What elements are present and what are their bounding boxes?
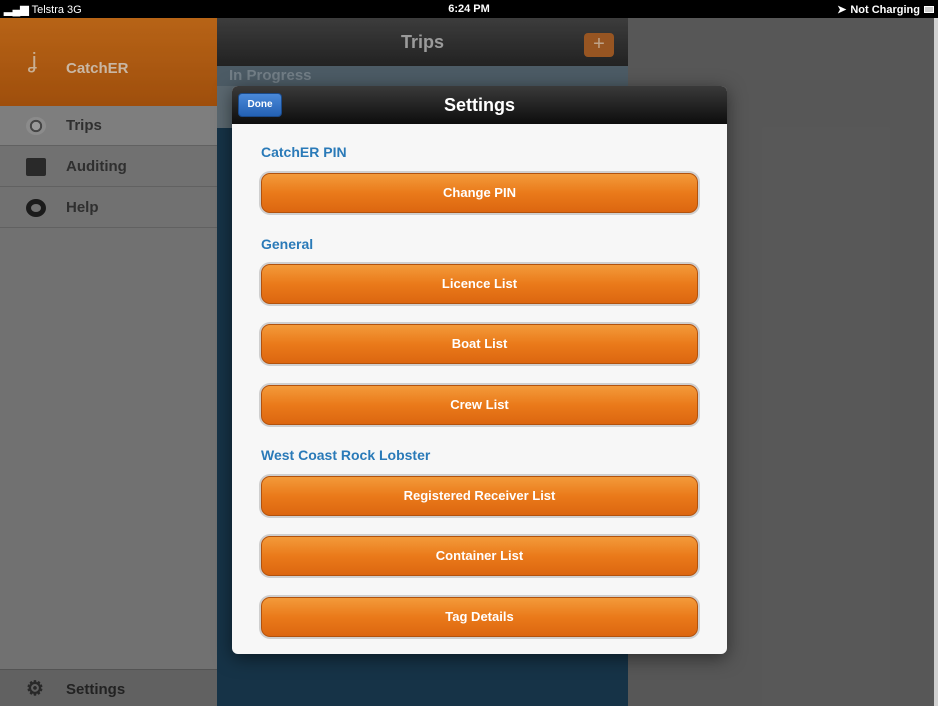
settings-title: Settings xyxy=(443,95,515,115)
status-right: ➤ Not Charging xyxy=(837,3,934,16)
settings-modal: Done Settings CatchER PIN Change PIN Gen… xyxy=(232,86,727,654)
registered-receiver-list-button[interactable]: Registered Receiver List xyxy=(261,476,698,516)
change-pin-button[interactable]: Change PIN xyxy=(261,173,698,213)
tag-details-button[interactable]: Tag Details xyxy=(261,597,698,637)
charging-status: Not Charging xyxy=(850,3,920,16)
status-bar: ▂▄▆ Telstra 3G 6:24 PM ➤ Not Charging xyxy=(0,0,938,18)
container-list-button[interactable]: Container List xyxy=(261,536,698,576)
settings-nav-bar: Done Settings xyxy=(232,86,727,124)
group-title-general: General xyxy=(261,236,314,252)
clock: 6:24 PM xyxy=(448,3,490,15)
battery-icon xyxy=(924,6,934,13)
location-arrow-icon: ➤ xyxy=(837,4,847,16)
boat-list-button[interactable]: Boat List xyxy=(261,324,698,364)
licence-list-button[interactable]: Licence List xyxy=(261,264,698,304)
crew-list-button[interactable]: Crew List xyxy=(261,385,698,425)
group-title-rock-lobster: West Coast Rock Lobster xyxy=(261,447,431,463)
group-title-catcher-pin: CatchER PIN xyxy=(261,144,347,160)
